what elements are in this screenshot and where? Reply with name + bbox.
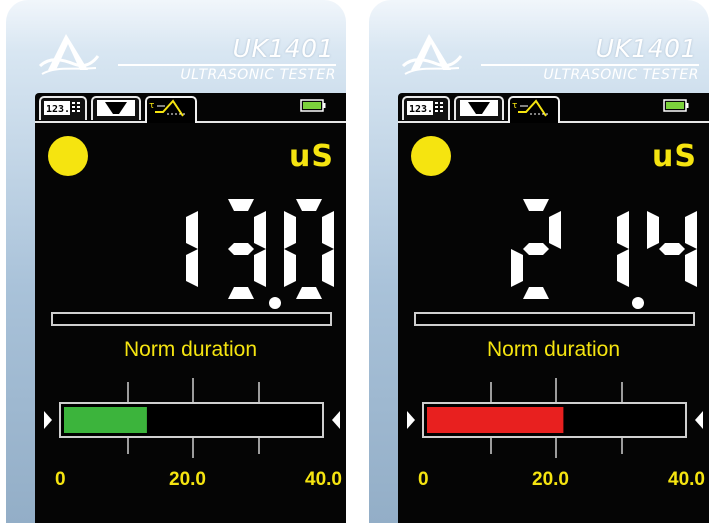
readout-segment (511, 249, 523, 287)
scale-max: 40.0 (668, 469, 705, 490)
status-indicator (411, 136, 451, 176)
brand-logo-icon (401, 34, 463, 75)
tab-numeric[interactable]: 123.0 (402, 96, 450, 120)
readout-digit (284, 199, 334, 299)
model-name: UK1401 (232, 34, 334, 63)
waveform-icon (460, 100, 498, 116)
readout-segment (523, 243, 549, 255)
readout-segment (228, 287, 254, 299)
numeric-display-icon: 123.0 (407, 101, 443, 115)
lcd-screen: 123.0 τ uS Norm duration 0 20.0 40.0 (398, 93, 709, 523)
readout-segment (659, 243, 685, 255)
waveform-icon (97, 100, 135, 116)
parameter-label: Norm duration (486, 338, 621, 361)
scale-min: 0 (418, 469, 429, 490)
readout-segment (523, 199, 549, 211)
tolerance-gauge (44, 378, 340, 458)
readout-decimal-point (269, 297, 281, 309)
tab-numeric[interactable]: 123.0 (39, 96, 87, 120)
scale-min: 0 (55, 469, 66, 490)
readout-segment (296, 287, 322, 299)
battery-icon (300, 99, 326, 112)
battery-icon (663, 99, 689, 112)
svg-text:τ: τ (149, 101, 154, 111)
readout-segment (228, 243, 254, 255)
unit-label: uS (652, 139, 697, 174)
readout-segment (549, 211, 561, 249)
scale-max: 40.0 (305, 469, 342, 490)
lcd-screen: 123.0 τ uS Norm duration 0 20.0 40.0 (35, 93, 346, 523)
svg-text:τ: τ (512, 101, 517, 111)
scale-mid: 20.0 (532, 469, 569, 490)
readout-segment (254, 211, 266, 249)
gauge-left-marker-icon (44, 411, 52, 429)
readout-decimal-point (632, 297, 644, 309)
readout-segment (186, 211, 198, 249)
readout-segment (284, 249, 296, 287)
tab-pulse-timing[interactable]: τ (145, 96, 197, 123)
readout-segment (254, 249, 266, 287)
pulse-timing-icon: τ (149, 99, 187, 117)
header-divider (481, 64, 699, 66)
readout-segment (322, 249, 334, 287)
readout-segment (617, 211, 629, 249)
main-readout (186, 199, 334, 309)
readout-digit (228, 199, 266, 299)
tab-bar: 123.0 τ (398, 93, 709, 123)
gauge-fill (64, 407, 147, 433)
device-subtitle: ULTRASONIC TESTER (180, 67, 336, 83)
readout-segment (685, 211, 697, 249)
header-divider (118, 64, 336, 66)
tab-waveform[interactable] (454, 96, 504, 120)
brand-logo-icon (38, 34, 100, 75)
tab-waveform[interactable] (91, 96, 141, 120)
readout-segment (228, 199, 254, 211)
readout-segment (685, 249, 697, 287)
device-left: UK1401 ULTRASONIC TESTER 123.0 τ uS Norm… (6, 0, 346, 523)
readout-segment (186, 249, 198, 287)
tab-pulse-timing[interactable]: τ (508, 96, 560, 123)
readout-digit (186, 211, 198, 287)
gauge-fill (427, 407, 564, 433)
gauge-right-marker-icon (695, 411, 703, 429)
scale-mid: 20.0 (169, 469, 206, 490)
readout-segment (647, 211, 659, 249)
status-indicator (48, 136, 88, 176)
parameter-bar (414, 312, 695, 326)
readout-segment (617, 249, 629, 287)
device-right: UK1401 ULTRASONIC TESTER 123.0 τ uS Norm… (369, 0, 709, 523)
svg-text:123.0: 123.0 (409, 104, 439, 115)
gauge-left-marker-icon (407, 411, 415, 429)
tolerance-gauge (407, 378, 703, 458)
tab-bar: 123.0 τ (35, 93, 346, 123)
unit-label: uS (289, 139, 334, 174)
readout-digit (617, 211, 629, 287)
readout-segment (296, 199, 322, 211)
readout-digit (511, 199, 561, 299)
parameter-bar (51, 312, 332, 326)
svg-text:123.0: 123.0 (46, 104, 76, 115)
model-name: UK1401 (595, 34, 697, 63)
gauge-right-marker-icon (332, 411, 340, 429)
numeric-display-icon: 123.0 (44, 101, 80, 115)
pulse-timing-icon: τ (512, 99, 550, 117)
readout-segment (284, 211, 296, 249)
main-readout (511, 199, 697, 309)
device-subtitle: ULTRASONIC TESTER (543, 67, 699, 83)
readout-digit (647, 211, 697, 287)
parameter-label: Norm duration (123, 338, 258, 361)
readout-segment (322, 211, 334, 249)
readout-segment (523, 287, 549, 299)
